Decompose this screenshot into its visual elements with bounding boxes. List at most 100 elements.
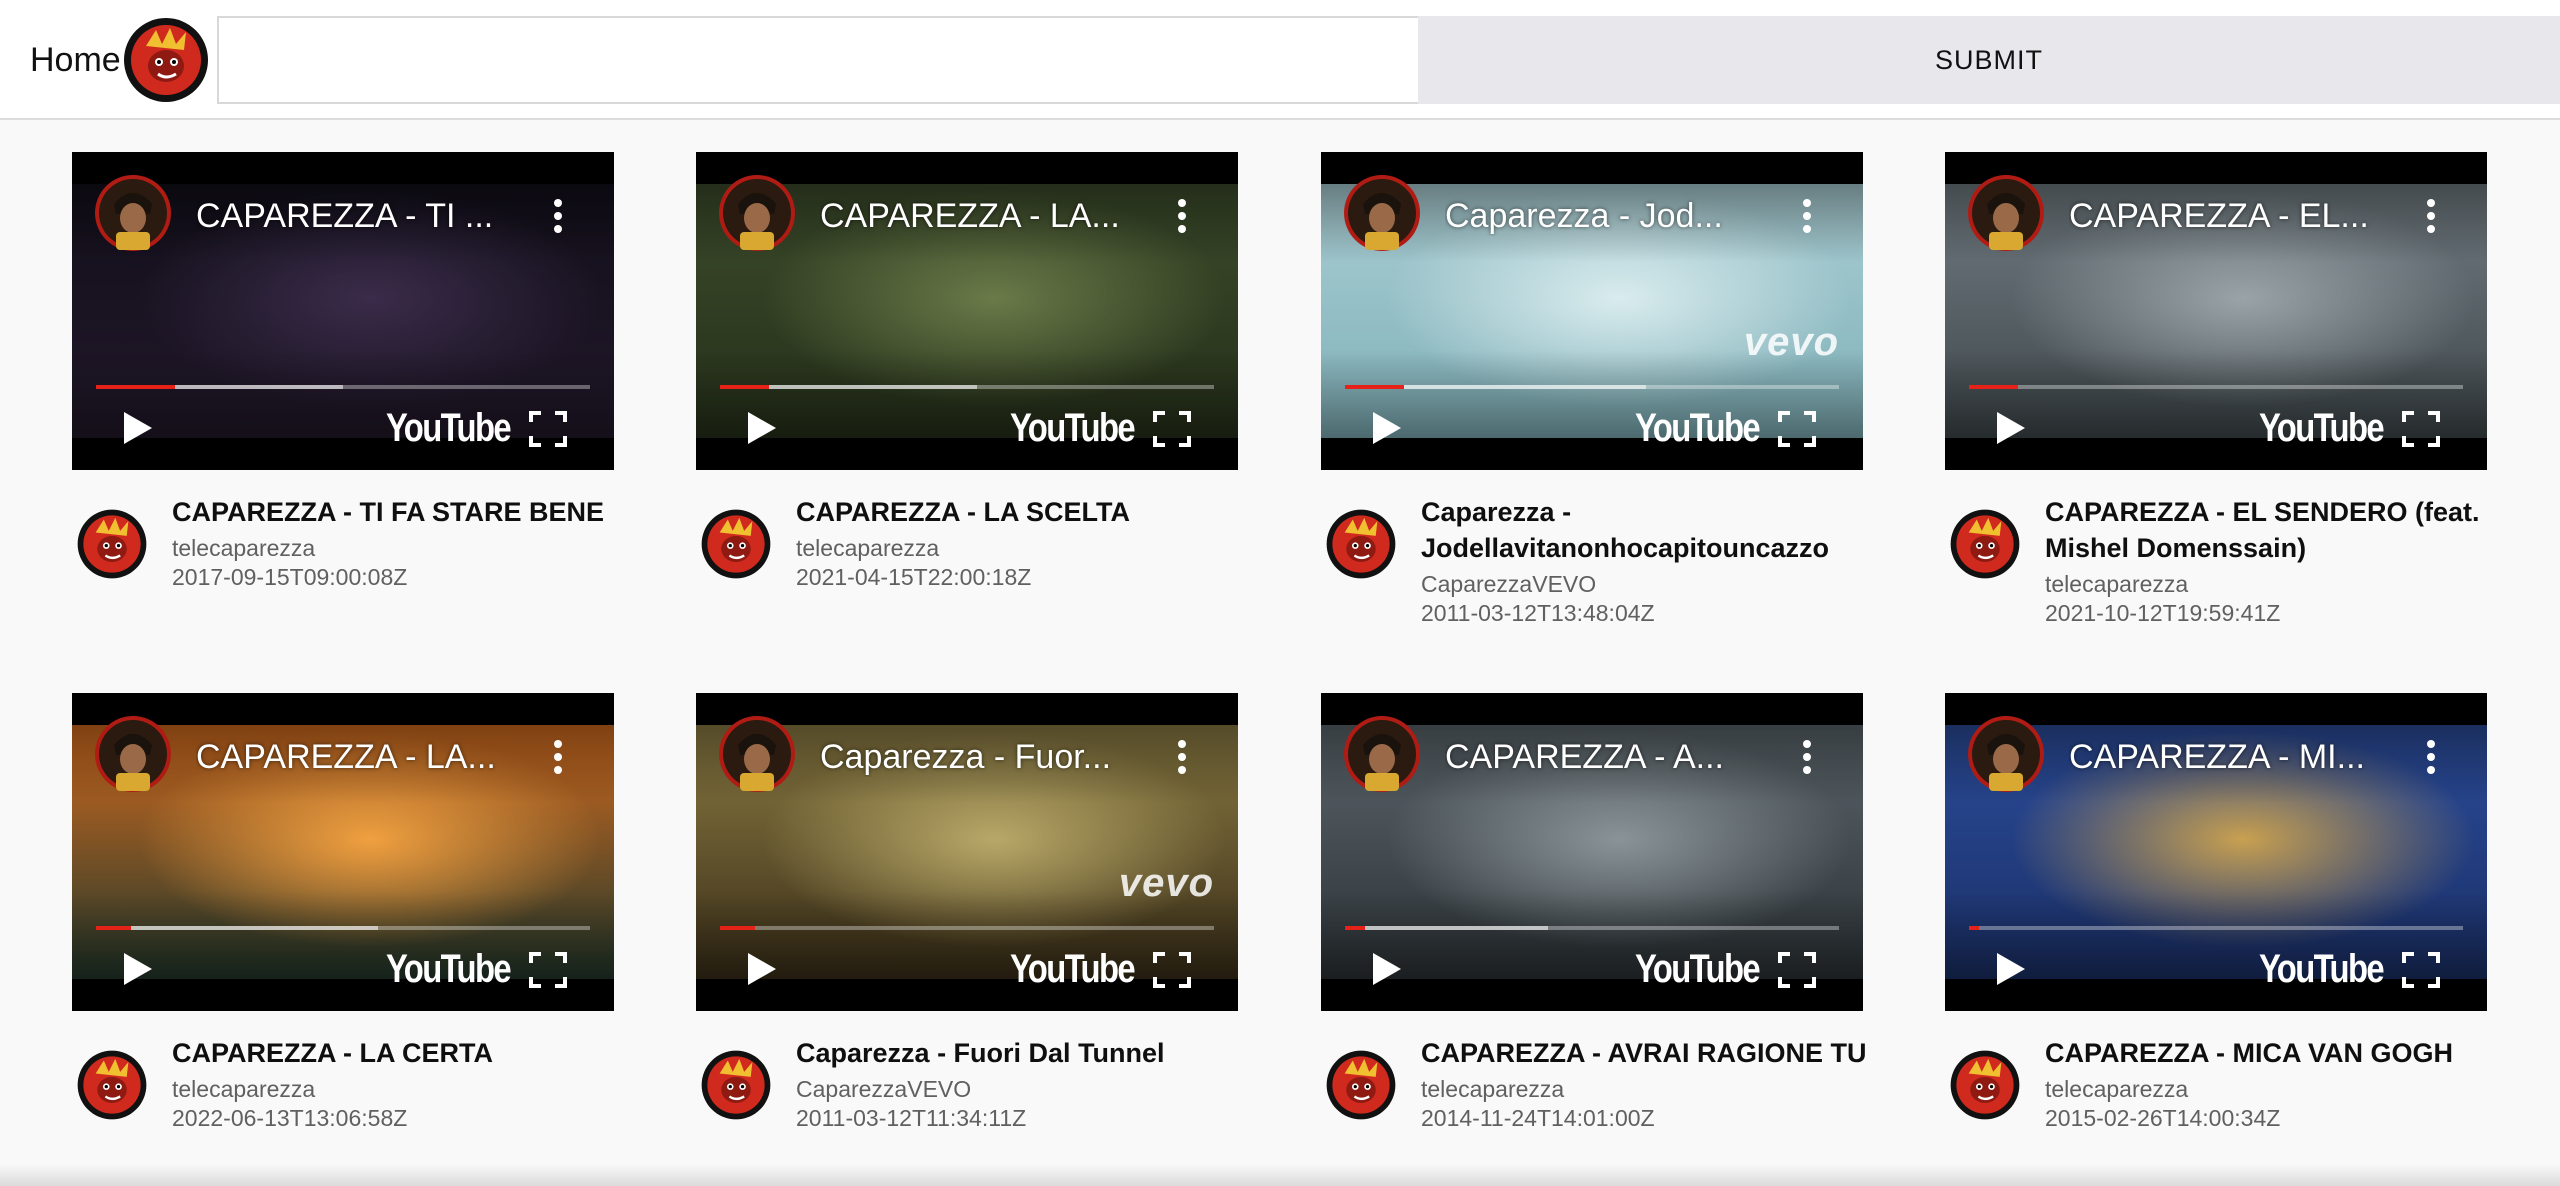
fullscreen-icon[interactable]	[2401, 951, 2441, 989]
more-options-icon[interactable]	[544, 737, 572, 777]
submit-button[interactable]: SUBMIT	[1418, 16, 2560, 104]
caparezza-logo-icon[interactable]	[76, 508, 148, 580]
publish-date: 2011-03-12T13:48:04Z	[1421, 600, 1655, 626]
progress-bar[interactable]	[720, 385, 1214, 389]
player-title[interactable]: CAPAREZZA - EL...	[2069, 196, 2409, 236]
video-player[interactable]: CAPAREZZA - A... YouTube	[1321, 693, 1863, 1011]
video-subinfo: CaparezzaVEVO 2011-03-12T11:34:11Z	[796, 1075, 1236, 1133]
more-options-icon[interactable]	[1168, 737, 1196, 777]
player-title[interactable]: CAPAREZZA - A...	[1445, 737, 1785, 777]
channel-avatar-icon[interactable]	[94, 715, 172, 793]
progress-bar[interactable]	[1345, 926, 1839, 930]
progress-bar[interactable]	[720, 926, 1214, 930]
play-icon[interactable]	[1371, 951, 1403, 987]
video-player[interactable]: CAPAREZZA - LA... YouTube	[696, 152, 1238, 470]
play-icon[interactable]	[746, 951, 778, 987]
channel-name[interactable]: telecaparezza	[172, 534, 612, 563]
more-options-icon[interactable]	[1168, 196, 1196, 236]
video-subinfo: telecaparezza 2015-02-26T14:00:34Z	[2045, 1075, 2485, 1133]
progress-bar[interactable]	[1969, 926, 2463, 930]
progress-loaded	[1345, 926, 1548, 930]
caparezza-logo-icon[interactable]	[700, 508, 772, 580]
player-title[interactable]: Caparezza - Jod...	[1445, 196, 1785, 236]
video-player[interactable]: CAPAREZZA - LA... YouTube	[72, 693, 614, 1011]
caparezza-logo-icon[interactable]	[1325, 1049, 1397, 1121]
video-player[interactable]: CAPAREZZA - MI... YouTube	[1945, 693, 2487, 1011]
video-title[interactable]: CAPAREZZA - TI FA STARE BENE	[172, 494, 622, 530]
fullscreen-icon[interactable]	[1777, 410, 1817, 448]
play-icon[interactable]	[122, 951, 154, 987]
fullscreen-icon[interactable]	[528, 951, 568, 989]
player-title[interactable]: CAPAREZZA - TI ...	[196, 196, 536, 236]
youtube-logo[interactable]: YouTube	[2259, 406, 2385, 451]
player-title[interactable]: CAPAREZZA - MI...	[2069, 737, 2409, 777]
play-icon[interactable]	[746, 410, 778, 446]
more-options-icon[interactable]	[2417, 196, 2445, 236]
channel-avatar-icon[interactable]	[718, 715, 796, 793]
channel-name[interactable]: telecaparezza	[796, 534, 1236, 563]
caparezza-logo-icon[interactable]	[122, 16, 210, 104]
youtube-logo[interactable]: YouTube	[1635, 947, 1761, 992]
youtube-logo[interactable]: YouTube	[386, 406, 512, 451]
fullscreen-icon[interactable]	[1152, 951, 1192, 989]
video-title[interactable]: Caparezza - Fuori Dal Tunnel	[796, 1035, 1246, 1071]
progress-bar[interactable]	[96, 926, 590, 930]
play-icon[interactable]	[122, 410, 154, 446]
channel-avatar-icon[interactable]	[1343, 715, 1421, 793]
more-options-icon[interactable]	[2417, 737, 2445, 777]
channel-avatar-icon[interactable]	[1967, 715, 2045, 793]
play-icon[interactable]	[1995, 410, 2027, 446]
video-title[interactable]: CAPAREZZA - EL SENDERO (feat. Mishel Dom…	[2045, 494, 2495, 566]
player-title[interactable]: Caparezza - Fuor...	[820, 737, 1160, 777]
video-title[interactable]: CAPAREZZA - LA CERTA	[172, 1035, 622, 1071]
caparezza-logo-icon[interactable]	[1325, 508, 1397, 580]
video-player[interactable]: CAPAREZZA - EL... YouTube	[1945, 152, 2487, 470]
progress-bar[interactable]	[1345, 385, 1839, 389]
fullscreen-icon[interactable]	[1152, 410, 1192, 448]
fullscreen-icon[interactable]	[528, 410, 568, 448]
channel-avatar-icon[interactable]	[1967, 174, 2045, 252]
more-options-icon[interactable]	[1793, 737, 1821, 777]
youtube-logo[interactable]: YouTube	[1010, 947, 1136, 992]
channel-name[interactable]: CaparezzaVEVO	[796, 1075, 1236, 1104]
video-player[interactable]: Caparezza - Fuor... vevo YouTube	[696, 693, 1238, 1011]
video-title[interactable]: CAPAREZZA - LA SCELTA	[796, 494, 1246, 530]
video-player[interactable]: Caparezza - Jod... vevo YouTube	[1321, 152, 1863, 470]
youtube-logo[interactable]: YouTube	[2259, 947, 2385, 992]
channel-name[interactable]: telecaparezza	[2045, 1075, 2485, 1104]
channel-name[interactable]: telecaparezza	[172, 1075, 612, 1104]
video-title[interactable]: Caparezza - Jodellavitanonhocapitouncazz…	[1421, 494, 1871, 566]
video-meta: CAPAREZZA - EL SENDERO (feat. Mishel Dom…	[1945, 494, 2487, 664]
video-player[interactable]: CAPAREZZA - TI ... YouTube	[72, 152, 614, 470]
player-title[interactable]: CAPAREZZA - LA...	[820, 196, 1160, 236]
youtube-logo[interactable]: YouTube	[386, 947, 512, 992]
more-options-icon[interactable]	[1793, 196, 1821, 236]
video-title[interactable]: CAPAREZZA - AVRAI RAGIONE TU	[1421, 1035, 1871, 1071]
search-input[interactable]	[217, 16, 1420, 104]
channel-avatar-icon[interactable]	[94, 174, 172, 252]
caparezza-logo-icon[interactable]	[1949, 508, 2021, 580]
youtube-logo[interactable]: YouTube	[1635, 406, 1761, 451]
video-title[interactable]: CAPAREZZA - MICA VAN GOGH	[2045, 1035, 2495, 1071]
caparezza-logo-icon[interactable]	[1949, 1049, 2021, 1121]
fullscreen-icon[interactable]	[1777, 951, 1817, 989]
channel-name[interactable]: telecaparezza	[2045, 570, 2485, 599]
bottom-shadow	[0, 1164, 2560, 1186]
progress-played	[96, 926, 131, 930]
channel-name[interactable]: CaparezzaVEVO	[1421, 570, 1861, 599]
caparezza-logo-icon[interactable]	[700, 1049, 772, 1121]
play-icon[interactable]	[1995, 951, 2027, 987]
home-link[interactable]: Home	[30, 38, 121, 82]
progress-bar[interactable]	[96, 385, 590, 389]
channel-avatar-icon[interactable]	[718, 174, 796, 252]
youtube-logo[interactable]: YouTube	[1010, 406, 1136, 451]
channel-avatar-icon[interactable]	[1343, 174, 1421, 252]
caparezza-logo-icon[interactable]	[76, 1049, 148, 1121]
more-options-icon[interactable]	[544, 196, 572, 236]
player-title[interactable]: CAPAREZZA - LA...	[196, 737, 536, 777]
progress-bar[interactable]	[1969, 385, 2463, 389]
video-subinfo: telecaparezza 2022-06-13T13:06:58Z	[172, 1075, 612, 1133]
fullscreen-icon[interactable]	[2401, 410, 2441, 448]
play-icon[interactable]	[1371, 410, 1403, 446]
channel-name[interactable]: telecaparezza	[1421, 1075, 1861, 1104]
